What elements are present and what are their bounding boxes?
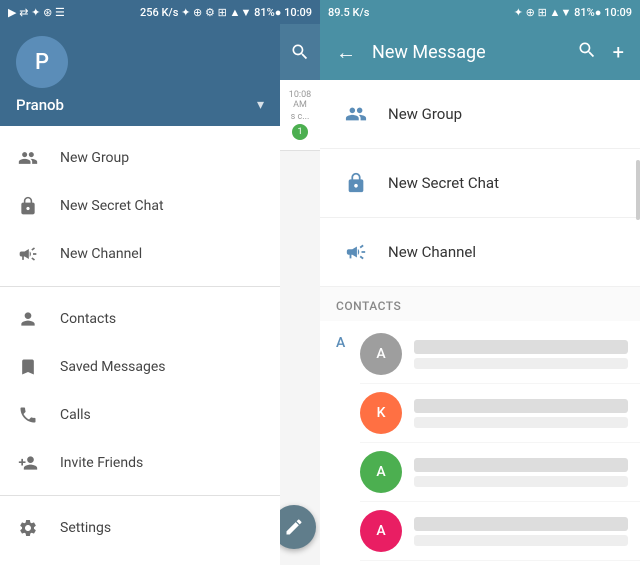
contact-sub: [414, 417, 628, 428]
contact-avatar: A: [360, 451, 402, 493]
right-new-channel-item[interactable]: New Channel: [320, 218, 640, 287]
bookmark-icon: [16, 355, 40, 379]
username: Pranob: [16, 96, 64, 114]
settings-label: Settings: [60, 520, 264, 536]
right-megaphone-icon: [336, 232, 376, 272]
quick-actions-section: New Group New Secret Chat New Channel: [0, 126, 280, 287]
right-new-channel-label: New Channel: [388, 243, 476, 261]
contact-name: [414, 517, 628, 531]
right-status-bar: 89.5 K/s ✦ ⊕ ⊞ ▲▼ 81%● 10:09: [320, 0, 640, 24]
add-icon[interactable]: +: [605, 32, 632, 72]
faq-item[interactable]: Telegram FAQ: [0, 552, 280, 565]
new-message-panel: ← New Message + New Group: [320, 24, 640, 565]
drawer-panel: P Pranob ▾ New Group: [0, 24, 280, 565]
new-message-header: ← New Message +: [320, 24, 640, 80]
contact-item[interactable]: A: [360, 325, 640, 384]
right-new-secret-chat-item[interactable]: New Secret Chat: [320, 149, 640, 218]
contact-name: [414, 458, 628, 472]
right-new-group-label: New Group: [388, 105, 462, 123]
contact-item[interactable]: A: [360, 502, 640, 561]
contact-letter-a: A: [320, 325, 360, 361]
right-status-right: ✦ ⊕ ⊞ ▲▼ 81%● 10:09: [514, 6, 632, 19]
invite-icon: [16, 451, 40, 475]
saved-messages-label: Saved Messages: [60, 359, 264, 375]
chevron-down-icon[interactable]: ▾: [257, 97, 264, 113]
contacts-icon: [16, 307, 40, 331]
contacts-group: A K A: [360, 325, 640, 565]
contact-sub: [414, 358, 628, 369]
invite-friends-label: Invite Friends: [60, 455, 264, 471]
contact-avatar: K: [360, 392, 402, 434]
contact-sub: [414, 535, 628, 546]
chat-list-header: [280, 24, 320, 80]
contact-name: [414, 399, 628, 413]
contact-name: [414, 340, 628, 354]
calls-label: Calls: [60, 407, 264, 423]
chat-item[interactable]: 10:08 AM s c... 1: [280, 80, 320, 151]
left-status-info: 256 K/s ✦ ⊕ ⚙ ⊞ ▲▼ 81%● 10:09: [140, 6, 312, 19]
right-new-group-item[interactable]: New Group: [320, 80, 640, 149]
contact-avatar: A: [360, 333, 402, 375]
gear-icon: [16, 516, 40, 540]
contacts-item[interactable]: Contacts: [0, 295, 280, 343]
back-button[interactable]: ←: [328, 32, 364, 73]
settings-section: Settings Telegram FAQ: [0, 496, 280, 565]
calls-item[interactable]: Calls: [0, 391, 280, 439]
compose-button[interactable]: [280, 505, 316, 549]
search-icon[interactable]: [569, 32, 605, 73]
lock-icon: [16, 194, 40, 218]
drawer-header: P Pranob ▾: [0, 24, 280, 126]
right-new-group-icon: [336, 94, 376, 134]
phone-icon: [16, 403, 40, 427]
megaphone-icon: [16, 242, 40, 266]
contact-item[interactable]: A: [360, 443, 640, 502]
new-group-label: New Group: [60, 150, 264, 166]
contact-group-a: A A K: [320, 321, 640, 565]
contact-sub: [414, 476, 628, 487]
new-group-icon: [16, 146, 40, 170]
chat-list-panel: 10:08 AM s c... 1: [280, 24, 320, 565]
new-secret-chat-item[interactable]: New Secret Chat: [0, 182, 280, 230]
right-lock-icon: [336, 163, 376, 203]
chat-time: 10:08 AM: [284, 90, 316, 110]
left-status-bar: ▶ ⇄ ✦ ⊛ ☰ 256 K/s ✦ ⊕ ⚙ ⊞ ▲▼ 81%● 10:09: [0, 0, 320, 24]
contact-item[interactable]: K: [360, 384, 640, 443]
new-channel-label: New Channel: [60, 246, 264, 262]
right-new-secret-chat-label: New Secret Chat: [388, 174, 499, 192]
contact-item[interactable]: A: [360, 561, 640, 565]
right-status-left: 89.5 K/s: [328, 6, 369, 19]
scroll-indicator: [636, 160, 640, 220]
new-message-scroll: New Group New Secret Chat New Channel: [320, 80, 640, 565]
settings-item[interactable]: Settings: [0, 504, 280, 552]
new-group-item[interactable]: New Group: [0, 134, 280, 182]
avatar: P: [16, 36, 68, 88]
contacts-section-header: CONTACTS: [320, 287, 640, 321]
new-secret-chat-label: New Secret Chat: [60, 198, 264, 214]
new-channel-item[interactable]: New Channel: [0, 230, 280, 278]
saved-messages-item[interactable]: Saved Messages: [0, 343, 280, 391]
left-status-icons: ▶ ⇄ ✦ ⊛ ☰: [8, 6, 65, 19]
main-nav-section: Contacts Saved Messages Calls: [0, 287, 280, 496]
invite-friends-item[interactable]: Invite Friends: [0, 439, 280, 487]
new-message-title: New Message: [372, 42, 569, 63]
unread-badge: 1: [292, 124, 308, 140]
contact-avatar: A: [360, 510, 402, 552]
contacts-label: Contacts: [60, 311, 264, 327]
